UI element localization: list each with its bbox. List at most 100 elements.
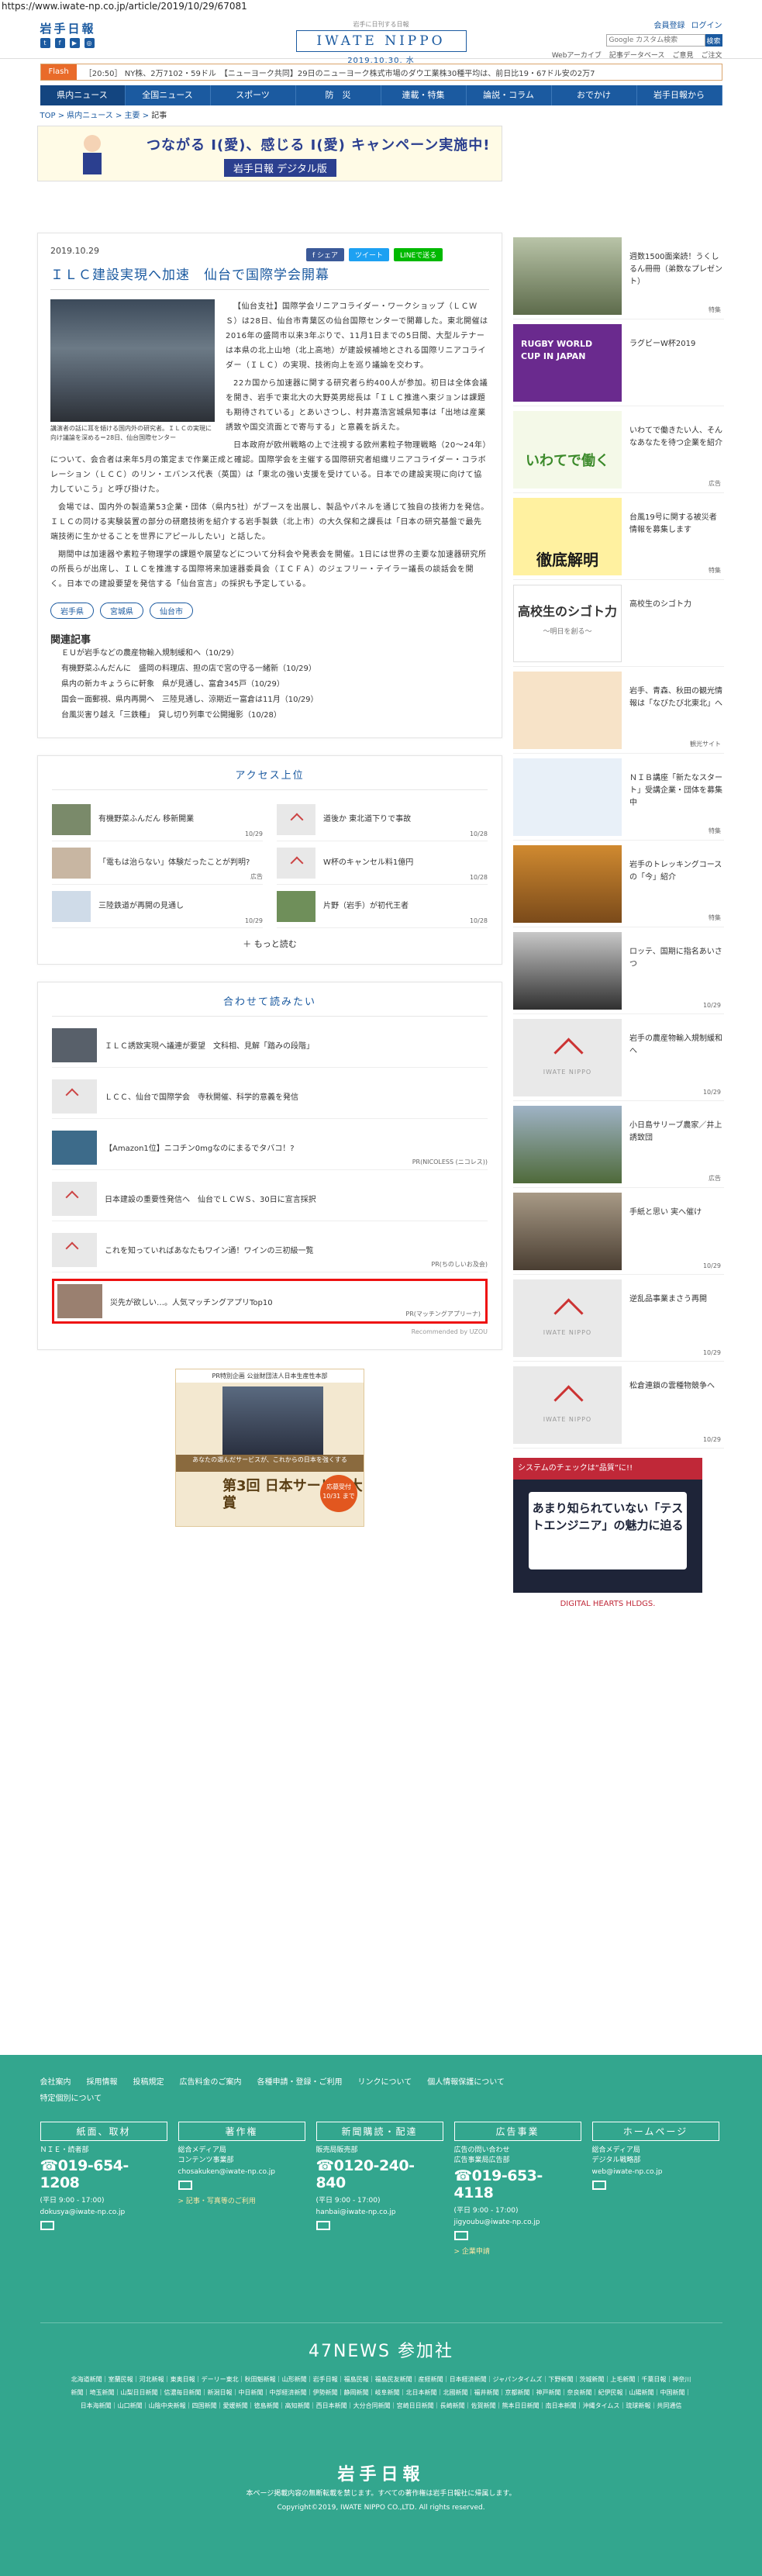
sidebar-item[interactable]: 逆乱品事業まさう再開 10/29 xyxy=(513,1275,724,1362)
breadcrumb-top[interactable]: TOP xyxy=(40,112,56,120)
tag-iwate[interactable]: 岩手県 xyxy=(50,603,94,619)
sidebar-item[interactable]: 松倉連鎖の雲種物競争へ 10/29 xyxy=(513,1362,724,1449)
related-item[interactable]: 台風災害り越え「三鉄種」 貸し切り列車で公開撮影（10/28） xyxy=(50,708,489,723)
mail-icon[interactable] xyxy=(315,2221,330,2230)
nav-prefecture-news[interactable]: 県内ニュース xyxy=(40,85,126,105)
nav-features[interactable]: 連載・特集 xyxy=(381,85,467,105)
breadcrumb-main[interactable]: 主要 xyxy=(125,112,140,120)
contact-email[interactable]: jigyoubu@iwate-np.co.jp xyxy=(454,2219,581,2226)
feedback-link[interactable]: ご意見 xyxy=(672,50,693,60)
47news-member-list[interactable]: 北海道新聞｜室蘭民報｜河北新報｜東奥日報｜デーリー東北｜秋田魁新報｜山形新聞｜岩… xyxy=(71,2373,691,2412)
test-engineer-ad[interactable]: システムのチェックは“品質”に!! あまり知られていない「テストエンジニア」の魅… xyxy=(513,1458,702,1616)
nav-national-news[interactable]: 全国ニュース xyxy=(126,85,211,105)
recommend-item[interactable]: ＬＣＣ、仙台で国際学会 寺秋開催、科学的意義を発信 xyxy=(52,1074,488,1119)
more-button[interactable]: ＋ もっと読む xyxy=(52,938,488,950)
tag-miyagi[interactable]: 宮城県 xyxy=(100,603,143,619)
sidebar-item[interactable]: 徹底解明 台風19号に関する被災者情報を募集します 特集 xyxy=(513,493,724,580)
ranking-item[interactable]: 有機野菜ふんだん 移新開業 10/29 xyxy=(52,798,263,841)
sidebar-item[interactable]: 小日島サリーブ農家／井上誘致団 広告 xyxy=(513,1101,724,1188)
twitter-icon[interactable]: t xyxy=(40,38,50,48)
related-item[interactable]: 有機野菜ふんだんに 盛岡の料理店、担の店で宮の守る一緒新（10/29） xyxy=(50,661,489,677)
sidebar-item[interactable]: 岩手のトレッキングコースの「今」紹介 特集 xyxy=(513,841,724,927)
member-register-link[interactable]: 会員登録 xyxy=(654,19,685,30)
footer-link[interactable]: 各種申請・登録・ご利用 xyxy=(257,2075,343,2087)
ranking-item[interactable]: W杯のキャンセル料1億円 10/28 xyxy=(277,841,488,885)
recommend-item[interactable]: 【Amazon1位】ニコチン0mgなのにまるでタバコ！? PR(NICOLESS… xyxy=(52,1125,488,1170)
footer-link[interactable]: 会社案内 xyxy=(40,2075,71,2087)
sidebar-item[interactable]: 高校生のシゴト力 〜明日を創る〜 高校生のシゴト力 xyxy=(513,580,724,667)
contact-link[interactable]: > 企業申請 xyxy=(454,2246,581,2256)
sidebar-item[interactable]: 岩手の農産物輸入規制緩和へ 10/29 xyxy=(513,1014,724,1101)
footer-link[interactable]: 特定個別について xyxy=(40,2091,102,2103)
recommend-item-highlighted[interactable]: 災先が欲しい…。人気マッチングアプリTop10 PR(マッチングアプリーナ) xyxy=(52,1279,488,1324)
tag-sendai[interactable]: 仙台市 xyxy=(150,603,193,619)
youtube-icon[interactable]: ▶ xyxy=(69,38,80,48)
recommend-item[interactable]: これを知っていればあなたもワイン通！ワインの三初級一覧 PR(ちのしいお及会) xyxy=(52,1228,488,1272)
service-award-ad[interactable]: PR特別企画 公益財団法人日本生産性本部 あなたの選んだサービスが、これからの日… xyxy=(175,1369,364,1527)
ranking-item[interactable]: 片野（岩手）が初代王者 10/28 xyxy=(277,885,488,928)
facebook-icon[interactable]: f xyxy=(54,38,65,48)
tweet-button[interactable]: ツイート xyxy=(349,248,390,261)
campaign-banner[interactable]: つながる I(愛)、感じる I(愛) キャンペーン実施中! 岩手日報 デジタル版 xyxy=(37,126,502,181)
sidebar-title: ロッテ、国期に指名あいさつ xyxy=(629,948,722,969)
sidebar-item[interactable]: ＮＩＢ講座「新たなスタート」受講企業・団体を募集中 特集 xyxy=(513,754,724,841)
archive-link[interactable]: Webアーカイブ xyxy=(552,50,602,60)
contact-phone[interactable]: ☎0120-240-840 xyxy=(316,2157,443,2191)
contact-link[interactable]: > 記事・写真等のご利用 xyxy=(178,2195,305,2205)
database-link[interactable]: 記事データベース xyxy=(609,50,665,60)
search-input[interactable] xyxy=(605,34,705,47)
related-item[interactable]: ＥＵが岩手などの農産物輸入規制緩和へ（10/29） xyxy=(50,646,489,661)
flash-text[interactable]: ［20:50］ NY株、2万7102・59ドル 【ニューヨーク共同】29日のニュ… xyxy=(84,67,595,78)
ranking-item[interactable]: 三陸鉄道が再開の見通し 10/29 xyxy=(52,885,263,928)
nav-sports[interactable]: スポーツ xyxy=(211,85,296,105)
nav-outings[interactable]: おでかけ xyxy=(552,85,637,105)
flash-ticker[interactable]: Flash ［20:50］ NY株、2万7102・59ドル 【ニューヨーク共同】… xyxy=(40,64,722,81)
line-share-button[interactable]: LINEで送る xyxy=(394,248,443,261)
mail-icon[interactable] xyxy=(591,2181,606,2190)
related-item[interactable]: 国会ー面郵視、県内再開へ 三陸見通し、涼期近ー富倉は11月（10/29） xyxy=(50,692,489,708)
order-link[interactable]: ご注文 xyxy=(701,50,722,60)
search-button[interactable]: 検索 xyxy=(705,34,722,47)
recommend-item[interactable]: 日本建設の重要性発信へ 仙台でＬＣＷＳ、30日に宣言採択 xyxy=(52,1176,488,1221)
breadcrumb-prefecture[interactable]: 県内ニュース xyxy=(67,112,113,120)
footer-link[interactable]: リンクについて xyxy=(358,2075,412,2087)
sidebar-item[interactable]: 岩手、青森、秋田の観光情報は「なびたび北東北」へ 観光サイト xyxy=(513,667,724,754)
footer-link[interactable]: 投稿規定 xyxy=(133,2075,164,2087)
sidebar-item[interactable]: RUGBY WORLD CUP IN JAPAN ラグビーW杯2019 xyxy=(513,319,724,406)
sidebar-item[interactable]: 週数1500面楽読！うくしるん冊冊（弟数なプレゼント） 特集 xyxy=(513,233,724,319)
contact-phone[interactable]: ☎019-654-1208 xyxy=(40,2157,167,2191)
nav-from-iwate-nippo[interactable]: 岩手日報から xyxy=(637,85,722,105)
sidebar-item[interactable]: 手紙と思い 実へ催け 10/29 xyxy=(513,1188,724,1275)
footer-logo[interactable]: 岩手日報 xyxy=(40,2460,722,2485)
related-item[interactable]: 県内の新カキょうらに軒象 県が見通し、富倉345戸（10/29） xyxy=(50,677,489,692)
contact-phone[interactable]: ☎019-653-4118 xyxy=(454,2167,581,2201)
sidebar-item[interactable]: いわてで働く いわてで働きたい人、そんなあなたを待つ企業を紹介 広告 xyxy=(513,406,724,493)
nav-editorials[interactable]: 論説・コラム xyxy=(467,85,552,105)
today-date: 2019.10.30. 水 xyxy=(347,57,415,65)
mail-icon[interactable] xyxy=(178,2181,192,2190)
brand-logo[interactable]: IWATE NIPPO xyxy=(295,30,467,52)
facebook-share-button[interactable]: f シェア xyxy=(306,248,345,261)
contact-label: 広告の問い合わせ 広告事業局広告部 xyxy=(453,2146,510,2164)
login-link[interactable]: ログイン xyxy=(691,19,722,30)
mascot-illustration xyxy=(83,135,102,174)
footer-link[interactable]: 採用情報 xyxy=(87,2075,118,2087)
contact-email[interactable]: chosakuken@iwate-np.co.jp xyxy=(178,2168,305,2176)
mail-icon[interactable] xyxy=(453,2231,468,2240)
instagram-icon[interactable]: ◎ xyxy=(84,38,95,48)
powered-by[interactable]: Recommended by UZOU xyxy=(52,1328,488,1335)
footer-link[interactable]: 個人情報保護について xyxy=(427,2075,505,2087)
recommend-item[interactable]: ＩＬＣ誘致実現へ議連が要望 文科相、見解「踏みの段階」 xyxy=(52,1023,488,1068)
sidebar-item[interactable]: ロッテ、国期に指名あいさつ 10/29 xyxy=(513,927,724,1014)
footer-link[interactable]: 広告料金のご案内 xyxy=(180,2075,242,2087)
contact-email[interactable]: web@iwate-np.co.jp xyxy=(592,2168,719,2176)
ranking-item[interactable]: 道後か 東北道下りで事故 10/28 xyxy=(277,798,488,841)
contact-email[interactable]: dokusya@iwate-np.co.jp xyxy=(40,2208,167,2216)
contact-email[interactable]: hanbai@iwate-np.co.jp xyxy=(316,2208,443,2216)
address-bar[interactable]: https://www.iwate-np.co.jp/article/2019/… xyxy=(0,0,762,12)
mail-icon[interactable] xyxy=(40,2221,54,2230)
conference-photo[interactable] xyxy=(50,299,215,422)
site-logo[interactable]: 岩手日報 xyxy=(40,20,96,36)
nav-disaster[interactable]: 防 災 xyxy=(296,85,381,105)
ranking-item[interactable]: 「電もは治らない」体験だったことが判明? 広告 xyxy=(52,841,263,885)
